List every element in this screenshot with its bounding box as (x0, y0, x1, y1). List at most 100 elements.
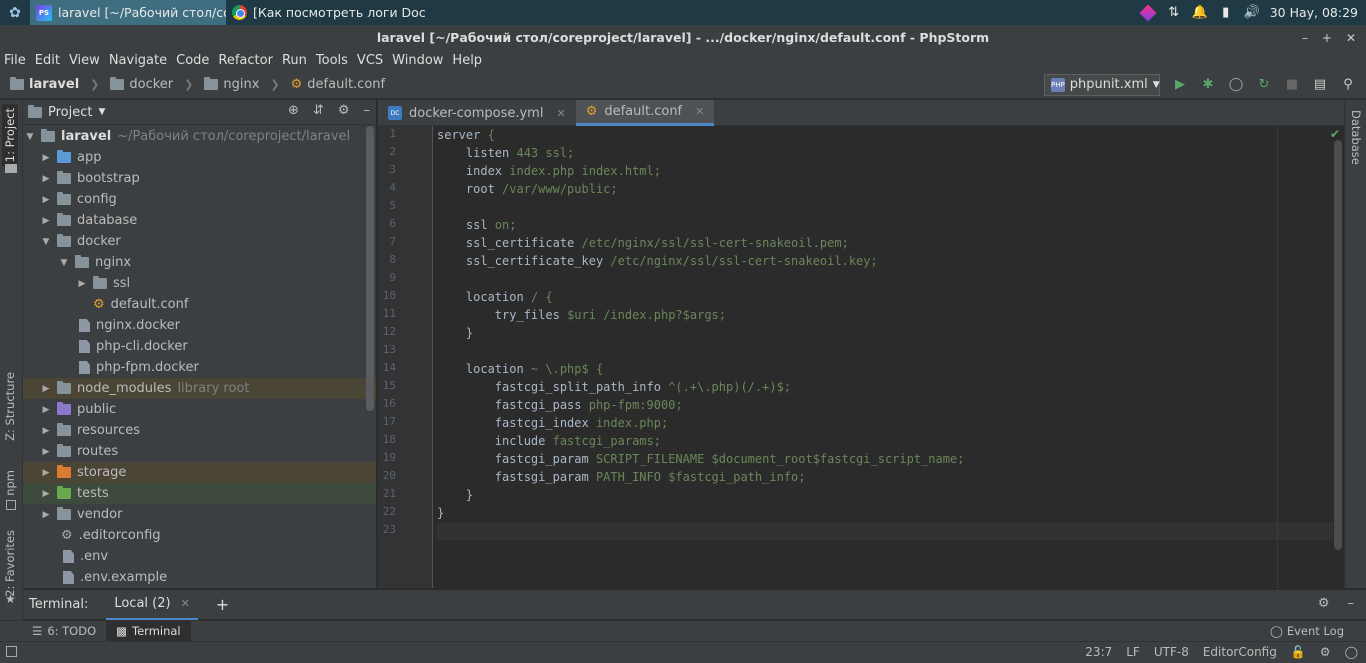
expand-arrow-icon[interactable]: ▶ (41, 489, 51, 499)
tree-row[interactable]: ▶ config (23, 189, 376, 210)
caret-position[interactable]: 23:7 (1085, 645, 1112, 659)
close-tab-icon[interactable]: ✕ (181, 597, 190, 610)
tree-row[interactable]: ▶ resources (23, 420, 376, 441)
bell-icon[interactable]: 🔔 (1192, 5, 1208, 21)
expand-arrow-icon[interactable]: ▶ (41, 447, 51, 457)
tree-row[interactable]: ▶ ssl (23, 273, 376, 294)
tree-row[interactable]: ▼ docker (23, 231, 376, 252)
menu-help[interactable]: Help (452, 53, 482, 68)
tree-row[interactable]: ▶ routes (23, 441, 376, 462)
expand-arrow-icon[interactable]: ▶ (41, 153, 51, 163)
gear-icon[interactable]: ⚙ (338, 103, 350, 118)
tab-default-conf[interactable]: ⚙ default.conf ✕ (575, 100, 715, 126)
tree-row[interactable]: ▶ app (23, 147, 376, 168)
git-icon[interactable]: ⚙ (1320, 645, 1331, 659)
file-encoding[interactable]: UTF-8 (1154, 645, 1189, 659)
expand-arrow-icon[interactable]: ▼ (25, 132, 35, 142)
jetbrains-toolbox-icon[interactable] (1139, 4, 1157, 21)
tree-row-root[interactable]: ▼ laravel ~/Рабочий стол/coreproject/lar… (23, 126, 376, 147)
editorconfig-status[interactable]: EditorConfig (1203, 645, 1277, 659)
menu-file[interactable]: File (4, 53, 26, 68)
tree-row[interactable]: ⚙ default.conf (23, 294, 376, 315)
tree-row[interactable]: ▶ storage (23, 462, 376, 483)
expand-arrow-icon[interactable]: ▶ (41, 174, 51, 184)
tree-row[interactable]: ▶ tests (23, 483, 376, 504)
line-separator[interactable]: LF (1126, 645, 1140, 659)
expand-arrow-icon[interactable]: ▼ (41, 237, 51, 247)
expand-arrow-icon[interactable]: ▶ (41, 195, 51, 205)
menu-edit[interactable]: Edit (35, 53, 60, 68)
panel-toggle-icon[interactable] (6, 646, 17, 657)
tree-row[interactable]: ⚙ .editorconfig (23, 525, 376, 546)
expand-arrow-icon[interactable]: ▶ (41, 468, 51, 478)
tree-row[interactable]: nginx.docker (23, 315, 376, 336)
tab-project[interactable]: 1: Project (2, 104, 18, 167)
tab-structure[interactable]: Z: Structure (2, 370, 18, 443)
editor-scrollbar[interactable] (1334, 140, 1342, 550)
collapse-icon[interactable]: ⇵ (313, 103, 324, 118)
tree-row[interactable]: ▶ vendor (23, 504, 376, 525)
code-area[interactable]: server { listen 443 ssl; index index.php… (437, 126, 1337, 588)
tab-docker-compose[interactable]: DC docker-compose.yml ✕ (378, 100, 576, 126)
menu-vcs[interactable]: VCS (357, 53, 383, 68)
profile-icon[interactable]: ↻ (1256, 77, 1272, 93)
add-terminal-icon[interactable]: + (216, 595, 229, 614)
tree-row[interactable]: php-cli.docker (23, 336, 376, 357)
tool-window-todo[interactable]: ☰ 6: TODO (22, 621, 106, 642)
minimize-icon[interactable]: – (1302, 31, 1308, 45)
menu-refactor[interactable]: Refactor (218, 53, 273, 68)
run-icon[interactable]: ▶ (1172, 77, 1188, 93)
taskbar-task-phpstorm[interactable]: PS laravel [~/Рабочий стол/cor... (30, 0, 226, 25)
tree-row[interactable]: ▼ nginx (23, 252, 376, 273)
lock-icon[interactable]: 🔓 (1291, 645, 1306, 659)
hide-icon[interactable]: – (1348, 596, 1355, 611)
battery-icon[interactable]: ▮ (1218, 5, 1234, 21)
menu-navigate[interactable]: Navigate (109, 53, 167, 68)
app-menu-icon[interactable]: ✿ (0, 0, 30, 25)
network-icon[interactable]: ⇅ (1166, 5, 1182, 21)
expand-arrow-icon[interactable]: ▶ (41, 216, 51, 226)
hide-icon[interactable]: – (364, 103, 371, 118)
tree-row[interactable]: .env.example (23, 567, 376, 588)
expand-arrow-icon[interactable]: ▶ (41, 426, 51, 436)
menu-run[interactable]: Run (282, 53, 307, 68)
maximize-icon[interactable]: + (1322, 31, 1332, 45)
tree-row[interactable]: ▶ node_modules library root (23, 378, 376, 399)
stop-icon[interactable]: ■ (1284, 77, 1300, 93)
chevron-down-icon[interactable]: ▼ (98, 107, 105, 117)
tree-row[interactable]: ▶ database (23, 210, 376, 231)
debug-icon[interactable]: ✱ (1200, 77, 1216, 93)
tree-row[interactable]: .env (23, 546, 376, 567)
tree-row[interactable]: php-fpm.docker (23, 357, 376, 378)
breadcrumb-item[interactable]: nginx (223, 77, 259, 92)
project-scrollbar[interactable] (366, 126, 374, 411)
menu-window[interactable]: Window (392, 53, 443, 68)
breadcrumb-item[interactable]: docker (129, 77, 173, 92)
breadcrumb-item[interactable]: default.conf (307, 77, 385, 92)
tab-database[interactable]: Database (1349, 110, 1363, 165)
volume-icon[interactable]: 🔊 (1244, 5, 1260, 21)
expand-arrow-icon[interactable]: ▶ (41, 405, 51, 415)
menu-view[interactable]: View (69, 53, 100, 68)
tab-npm[interactable]: npm (2, 468, 18, 498)
locate-icon[interactable]: ⊕ (288, 103, 299, 118)
coverage-icon[interactable]: ◯ (1228, 77, 1244, 93)
close-icon[interactable]: ✕ (1346, 31, 1356, 45)
search-icon[interactable]: ⚲ (1340, 77, 1356, 93)
clock[interactable]: 30 Нау, 08:29 (1270, 5, 1358, 20)
expand-arrow-icon[interactable]: ▶ (77, 279, 87, 289)
expand-arrow-icon[interactable]: ▶ (41, 384, 51, 394)
close-tab-icon[interactable]: ✕ (556, 107, 565, 120)
project-view-select[interactable]: Project (48, 105, 92, 120)
close-tab-icon[interactable]: ✕ (695, 105, 704, 118)
menu-code[interactable]: Code (176, 53, 209, 68)
breadcrumb-item[interactable]: laravel (29, 77, 79, 92)
expand-arrow-icon[interactable]: ▼ (59, 258, 69, 268)
menu-tools[interactable]: Tools (316, 53, 348, 68)
expand-arrow-icon[interactable]: ▶ (41, 510, 51, 520)
run-configuration-select[interactable]: PHP phpunit.xml ▼ (1044, 73, 1160, 96)
tab-favorites[interactable]: 2: Favorites (2, 528, 18, 599)
event-log-button[interactable]: ◯ Event Log (1270, 624, 1344, 638)
layout-icon[interactable]: ▤ (1312, 77, 1328, 93)
terminal-tab-local[interactable]: Local (2) ✕ (106, 589, 198, 620)
